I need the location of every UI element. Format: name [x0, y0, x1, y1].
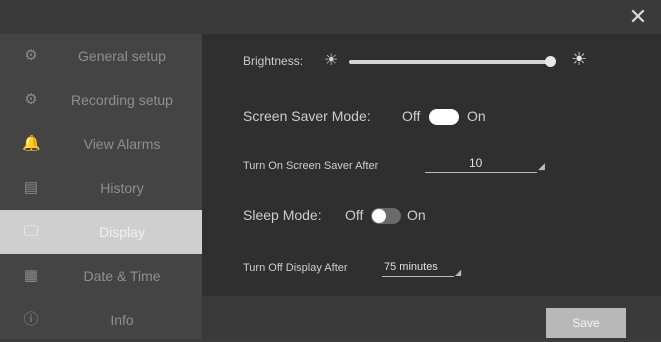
title-bar: ✕	[0, 0, 661, 34]
screen-saver-after-underline	[425, 172, 537, 173]
screen-saver-after-value[interactable]: 10	[469, 156, 482, 170]
screen-saver-after-label: Turn On Screen Saver After	[243, 160, 379, 172]
screen-saver-label: Screen Saver Mode:	[243, 108, 371, 124]
sidebar-item-label: General setup	[78, 48, 166, 64]
monitor-icon: 🖵	[23, 223, 39, 240]
sidebar-item-label: History	[100, 180, 144, 196]
calendar-icon: ▦	[23, 267, 39, 284]
sidebar-item-recording-setup[interactable]: ⚙ Recording setup	[0, 78, 202, 122]
sidebar: ⚙ General setup ⚙ Recording setup 🔔 View…	[0, 34, 202, 339]
sidebar-item-label: Date & Time	[83, 268, 161, 284]
screen-saver-toggle[interactable]	[429, 109, 459, 125]
brightness-slider-track[interactable]	[349, 60, 551, 64]
save-button[interactable]: Save	[546, 308, 626, 338]
sleep-mode-on-label: On	[407, 207, 426, 223]
display-off-value[interactable]: 75 minutes	[384, 261, 438, 273]
stepper-arrow-icon[interactable]: ◢	[538, 161, 545, 172]
display-off-underline	[382, 276, 454, 277]
sidebar-item-label: Display	[99, 224, 145, 240]
display-settings-panel	[202, 34, 661, 339]
screen-saver-toggle-knob	[444, 110, 458, 124]
document-icon: ▤	[23, 179, 39, 196]
sidebar-item-info[interactable]: ⓘ Info	[0, 298, 202, 342]
recording-gear-icon: ⚙	[24, 91, 38, 108]
gear-icon: ⚙	[24, 47, 38, 64]
sleep-mode-off-label: Off	[345, 207, 364, 223]
sidebar-item-view-alarms[interactable]: 🔔 View Alarms	[0, 122, 202, 166]
screen-saver-on-label: On	[467, 108, 486, 124]
sidebar-item-label: Info	[110, 312, 134, 328]
sleep-mode-toggle[interactable]	[371, 208, 401, 224]
sidebar-item-general-setup[interactable]: ⚙ General setup	[0, 34, 202, 78]
brightness-label: Brightness:	[243, 54, 304, 68]
sidebar-item-display[interactable]: 🖵 Display	[0, 210, 202, 254]
sidebar-item-date-time[interactable]: ▦ Date & Time	[0, 254, 202, 298]
close-icon[interactable]: ✕	[627, 6, 649, 28]
info-icon: ⓘ	[23, 311, 39, 328]
sleep-mode-label: Sleep Mode:	[243, 207, 322, 223]
brightness-slider-handle[interactable]	[545, 56, 556, 67]
sleep-mode-toggle-knob	[372, 209, 386, 223]
screen-saver-off-label: Off	[402, 108, 421, 124]
display-off-label: Turn Off Display After	[243, 262, 348, 274]
sidebar-item-label: View Alarms	[83, 136, 161, 152]
bell-icon: 🔔	[22, 135, 41, 152]
brightness-high-icon: ☀	[571, 49, 588, 69]
sidebar-item-label: Recording setup	[71, 92, 173, 108]
dropdown-arrow-icon[interactable]: ◢	[455, 268, 461, 277]
sidebar-item-history[interactable]: ▤ History	[0, 166, 202, 210]
brightness-low-icon: ☀	[324, 52, 339, 69]
